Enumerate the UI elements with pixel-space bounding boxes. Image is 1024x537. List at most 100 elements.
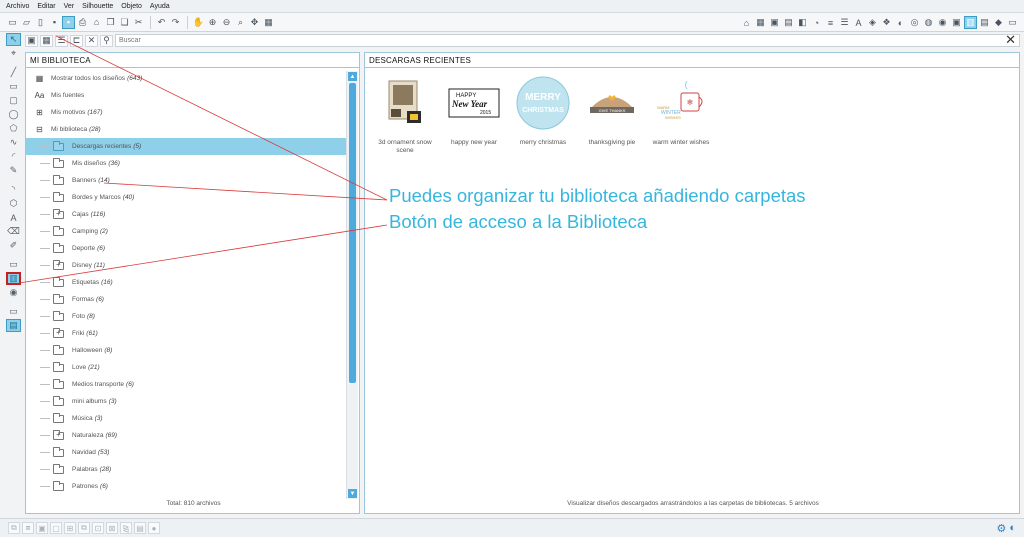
folder-item[interactable]: Bordes y Marcos (40) <box>26 189 346 206</box>
view-list-icon[interactable]: ☰ <box>55 34 68 47</box>
view-grid-icon[interactable]: ▦ <box>40 34 53 47</box>
polygon-tool-icon[interactable]: ⬠ <box>6 122 21 135</box>
arc-tool-icon[interactable]: ◜ <box>6 150 21 163</box>
zoom-select-icon[interactable]: ⌕ <box>234 16 247 29</box>
pan-hand-icon[interactable]: ✋ <box>192 16 205 29</box>
folder-item[interactable]: Disney(11) <box>26 257 346 274</box>
folder-item[interactable]: Navidad (53) <box>26 444 346 461</box>
weld-icon[interactable]: ⧉ <box>78 522 90 534</box>
design-thumbnail[interactable]: GIVE THANKS thanksgiving pie <box>578 75 646 155</box>
text-style-icon[interactable]: A <box>852 16 865 29</box>
replicate-icon[interactable]: ❖ <box>880 16 893 29</box>
fit-to-window-icon[interactable]: ▦ <box>262 16 275 29</box>
modify-icon[interactable]: ◐ <box>894 16 907 29</box>
send-icon[interactable]: ▭ <box>1006 16 1019 29</box>
refresh-icon[interactable]: ◐ <box>1009 522 1016 535</box>
folder-expand-icon[interactable] <box>53 259 64 270</box>
library-access-button[interactable]: ▥ <box>6 272 21 285</box>
offset-icon[interactable]: ◎ <box>908 16 921 29</box>
registration-icon[interactable]: ▣ <box>768 16 781 29</box>
line-style-icon[interactable]: ≡ <box>824 16 837 29</box>
line-width-icon[interactable]: ☰ <box>838 16 851 29</box>
delete-icon[interactable]: ✕ <box>85 34 98 47</box>
design-page-icon[interactable]: ▭ <box>6 258 21 271</box>
open-folder-icon[interactable]: ▱ <box>20 16 33 29</box>
folder-item[interactable]: Halloween (8) <box>26 342 346 359</box>
close-search-icon[interactable]: ✕ <box>1005 33 1016 47</box>
menu-editar[interactable]: Editar <box>37 3 55 10</box>
grid-icon[interactable]: ▦ <box>754 16 767 29</box>
arc-shape-icon[interactable]: ◝ <box>6 183 21 196</box>
text-tool-icon[interactable]: A <box>6 211 21 224</box>
undo-icon[interactable]: ↶ <box>155 16 168 29</box>
folder-item[interactable]: Etiquetas (16) <box>26 274 346 291</box>
line-color-icon[interactable]: ◔ <box>810 16 823 29</box>
page-setup-icon[interactable]: ⌂ <box>740 16 753 29</box>
folder-expand-icon[interactable] <box>53 208 64 219</box>
library-icon[interactable]: ▥ <box>964 16 977 29</box>
paste-icon[interactable]: ❏ <box>118 16 131 29</box>
folder-item[interactable]: Friki(61) <box>26 325 346 342</box>
ungroup-icon[interactable]: ⧈ <box>22 522 34 534</box>
menu-ayuda[interactable]: Ayuda <box>150 3 170 10</box>
offset-small-icon[interactable]: ⊡ <box>92 522 104 534</box>
freehand-tool-icon[interactable]: ✎ <box>6 164 21 177</box>
folder-item[interactable]: Foto (8) <box>26 308 346 325</box>
design-thumbnail[interactable]: HAPPY New Year 2015 happy new year <box>440 75 508 155</box>
menu-silhouette[interactable]: Silhouette <box>82 3 113 10</box>
group-icon[interactable]: ⧉ <box>8 522 20 534</box>
folder-item[interactable]: Música (3) <box>26 410 346 427</box>
eraser-icon[interactable]: ◆ <box>992 16 1005 29</box>
transform-icon[interactable]: ◈ <box>866 16 879 29</box>
scroll-down-icon[interactable]: ▼ <box>348 489 357 498</box>
folder-expand-icon[interactable] <box>53 327 64 338</box>
design-thumbnail[interactable]: MERRY CHRISTMAS merry christmas <box>509 75 577 155</box>
folder-item[interactable]: Palabras (28) <box>26 461 346 478</box>
trace-icon[interactable]: ◍ <box>922 16 935 29</box>
compound-icon[interactable]: ▣ <box>36 522 48 534</box>
line-tool-icon[interactable]: ╱ <box>6 66 21 79</box>
open-recent-icon[interactable]: ▯ <box>34 16 47 29</box>
print-icon[interactable]: ⎙ <box>76 16 89 29</box>
library-top-item[interactable]: Aa Mis fuentes <box>26 87 346 104</box>
eraser-tool-icon[interactable]: ⌫ <box>6 225 21 238</box>
polygon-shape-icon[interactable]: ⬡ <box>6 197 21 210</box>
help-icon[interactable]: ● <box>148 522 160 534</box>
zoom-drag-icon[interactable]: ✥ <box>248 16 261 29</box>
zoom-in-icon[interactable]: ⊕ <box>206 16 219 29</box>
fill-color-icon[interactable]: ◧ <box>796 16 809 29</box>
store-icon[interactable]: ▤ <box>978 16 991 29</box>
send-to-cutter-icon[interactable]: ⌂ <box>90 16 103 29</box>
cut-settings-icon[interactable]: ▤ <box>782 16 795 29</box>
save-icon[interactable]: ▪ <box>48 16 61 29</box>
mirror-icon[interactable]: ⧎ <box>120 522 132 534</box>
new-document-icon[interactable]: ▭ <box>6 16 19 29</box>
library-save-icon[interactable]: ▪ <box>62 15 75 29</box>
send-back-icon[interactable]: ▤ <box>134 522 146 534</box>
folder-item[interactable]: Love (21) <box>26 359 346 376</box>
rounded-rect-icon[interactable]: ▢ <box>6 94 21 107</box>
library-top-item[interactable]: ⊞ Mis motivos (167) <box>26 104 346 121</box>
align-icon[interactable]: ⊞ <box>64 522 76 534</box>
library-scrollbar[interactable]: ▲ ▼ <box>346 71 358 499</box>
folder-item[interactable]: Deporte (6) <box>26 240 346 257</box>
folder-item[interactable]: Descargas recientes (5) <box>26 138 346 155</box>
new-folder-icon[interactable]: ⊏ <box>70 34 83 47</box>
arrange-icon[interactable]: ⊠ <box>106 522 118 534</box>
curve-tool-icon[interactable]: ∿ <box>6 136 21 149</box>
menu-objeto[interactable]: Objeto <box>121 3 142 10</box>
release-icon[interactable]: ▢ <box>50 522 62 534</box>
knife-tool-icon[interactable]: ✐ <box>6 239 21 252</box>
library-top-item[interactable]: ⊟ Mi biblioteca (28) <box>26 121 346 138</box>
point-edit-icon[interactable]: ⌖ <box>6 47 21 60</box>
cut-icon[interactable]: ✂ <box>132 16 145 29</box>
menu-ver[interactable]: Ver <box>64 3 75 10</box>
folder-item[interactable]: Camping (2) <box>26 223 346 240</box>
folder-item[interactable]: Medios transporte (6) <box>26 376 346 393</box>
design-thumbnail[interactable]: ❄ WARM WINTER WISHES warm winter wishes <box>647 75 715 155</box>
folder-item[interactable]: Formas (6) <box>26 291 346 308</box>
folder-item[interactable]: Mis diseños (36) <box>26 155 346 172</box>
folder-item[interactable]: mini albums (3) <box>26 393 346 410</box>
folder-item[interactable]: Cajas(116) <box>26 206 346 223</box>
folder-item[interactable]: Banners (14) <box>26 172 346 189</box>
